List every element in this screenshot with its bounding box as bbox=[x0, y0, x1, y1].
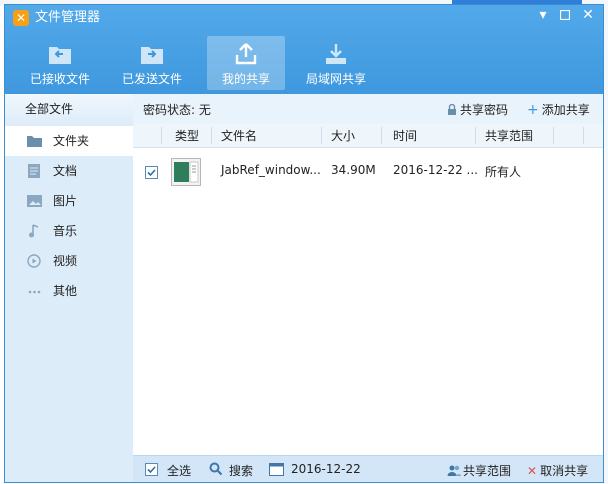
date-filter[interactable]: 2016-12-22 bbox=[291, 462, 361, 476]
share-scope-label: 共享范围 bbox=[463, 464, 512, 478]
sidebar-item-label: 音乐 bbox=[53, 224, 78, 238]
column-separator bbox=[161, 127, 162, 144]
share-password-button[interactable]: 共享密码 bbox=[447, 101, 508, 118]
file-manager-window: ✕ 文件管理器 ▾ ✕ 已接收文件 已发送文件 我的共享 局域网共享 全部文件 … bbox=[4, 4, 604, 483]
column-separator bbox=[475, 127, 476, 144]
sidebar-item-label: 文件夹 bbox=[53, 134, 90, 148]
video-icon bbox=[27, 254, 41, 268]
toolbar-label: 我的共享 bbox=[221, 72, 270, 86]
column-header-size[interactable]: 大小 bbox=[331, 127, 355, 144]
row-checkbox[interactable] bbox=[145, 166, 158, 179]
close-icon[interactable]: ✕ bbox=[574, 6, 602, 24]
column-separator bbox=[381, 127, 382, 144]
sidebar-item-images[interactable]: 图片 bbox=[5, 186, 133, 216]
folder-icon bbox=[27, 136, 42, 147]
my-share-icon bbox=[235, 43, 257, 65]
column-separator bbox=[321, 127, 322, 144]
sidebar-item-other[interactable]: 其他 bbox=[5, 276, 133, 306]
sidebar-item-label: 视频 bbox=[53, 254, 78, 268]
image-icon bbox=[27, 195, 42, 207]
sidebar-item-label: 文档 bbox=[53, 164, 78, 178]
received-files-icon bbox=[49, 47, 71, 64]
add-share-button[interactable]: + 添加共享 bbox=[527, 101, 590, 118]
cancel-share-button[interactable]: ✕ 取消共享 bbox=[527, 462, 588, 479]
music-icon bbox=[29, 224, 39, 238]
sidebar-item-music[interactable]: 音乐 bbox=[5, 216, 133, 246]
column-header-scope[interactable]: 共享范围 bbox=[485, 127, 533, 144]
footer-bar: 全选 搜索 2016-12-22 共享范围 ✕ 取消共享 bbox=[133, 455, 603, 482]
sidebar-item-video[interactable]: 视频 bbox=[5, 246, 133, 276]
toolbar-lan-share[interactable]: 局域网共享 bbox=[297, 36, 375, 90]
toolbar-sent-files[interactable]: 已发送文件 bbox=[113, 36, 191, 90]
table-header: 类型 文件名 大小 时间 共享范围 bbox=[133, 124, 603, 148]
main-panel: 密码状态: 无 共享密码 + 添加共享 类型 文件名 大小 时间 共享范围 Ja… bbox=[133, 94, 603, 482]
column-separator bbox=[553, 127, 554, 144]
table-row[interactable]: JabRef_window... 34.90M 2016-12-22 ... 所… bbox=[133, 154, 603, 190]
sidebar-item-folder[interactable]: 文件夹 bbox=[5, 126, 133, 156]
column-header-type[interactable]: 类型 bbox=[175, 127, 199, 144]
window-header: ✕ 文件管理器 ▾ ✕ 已接收文件 已发送文件 我的共享 局域网共享 bbox=[5, 5, 603, 94]
share-scope-button[interactable]: 共享范围 bbox=[447, 462, 511, 479]
users-icon bbox=[447, 465, 461, 476]
toolbar-label: 已发送文件 bbox=[121, 72, 182, 86]
calendar-icon[interactable] bbox=[269, 461, 284, 476]
sidebar-item-label: 图片 bbox=[53, 194, 78, 208]
add-share-label: 添加共享 bbox=[541, 103, 590, 117]
app-logo-icon: ✕ bbox=[13, 10, 29, 26]
search-button[interactable]: 搜索 bbox=[229, 462, 253, 479]
toolbar-label: 局域网共享 bbox=[305, 72, 366, 86]
toolbar-label: 已接收文件 bbox=[29, 72, 90, 86]
file-type-icon bbox=[171, 158, 201, 186]
cancel-share-label: 取消共享 bbox=[540, 464, 589, 478]
sidebar-header-all-files[interactable]: 全部文件 bbox=[5, 94, 133, 126]
column-header-time[interactable]: 时间 bbox=[393, 127, 417, 144]
toolbar-received-files[interactable]: 已接收文件 bbox=[21, 36, 99, 90]
share-password-label: 共享密码 bbox=[460, 103, 509, 117]
sidebar-item-label: 其他 bbox=[53, 284, 78, 298]
password-status: 密码状态: 无 bbox=[143, 103, 211, 117]
cancel-icon: ✕ bbox=[527, 464, 538, 478]
document-icon bbox=[28, 164, 40, 178]
lock-icon bbox=[448, 103, 456, 115]
column-header-name[interactable]: 文件名 bbox=[221, 127, 257, 144]
select-all-label[interactable]: 全选 bbox=[167, 462, 191, 479]
sent-files-icon bbox=[141, 47, 163, 64]
plus-icon: + bbox=[527, 102, 539, 118]
column-separator bbox=[583, 127, 584, 144]
more-icon bbox=[28, 290, 41, 294]
lan-share-icon bbox=[326, 44, 346, 64]
select-all-checkbox[interactable] bbox=[145, 463, 158, 476]
share-scope: 所有人 bbox=[485, 165, 522, 179]
search-icon[interactable] bbox=[209, 462, 223, 476]
window-title: 文件管理器 bbox=[35, 10, 101, 25]
toolbar-my-share[interactable]: 我的共享 bbox=[207, 36, 285, 90]
column-separator bbox=[211, 127, 212, 144]
file-time: 2016-12-22 ... bbox=[393, 163, 478, 177]
sidebar: 全部文件 文件夹 文档 图片 音乐 视频 其他 bbox=[5, 94, 133, 482]
status-bar: 密码状态: 无 共享密码 + 添加共享 bbox=[133, 94, 603, 124]
file-size: 34.90M bbox=[331, 163, 376, 177]
sidebar-item-documents[interactable]: 文档 bbox=[5, 156, 133, 186]
file-name: JabRef_window... bbox=[221, 163, 321, 177]
